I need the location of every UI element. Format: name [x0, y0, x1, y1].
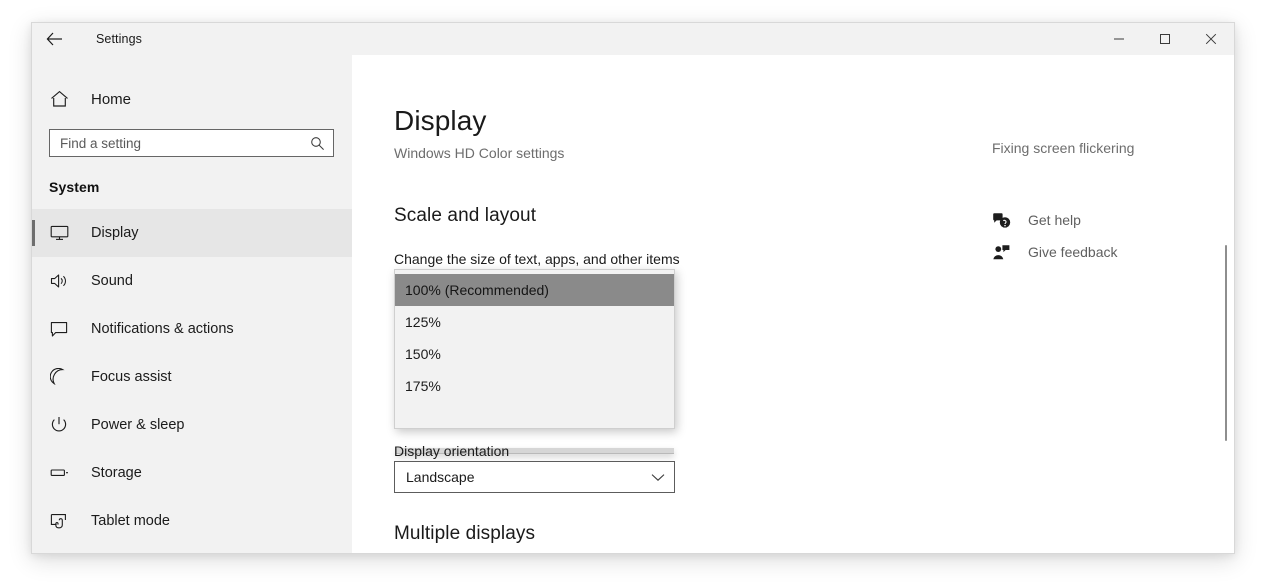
power-icon	[50, 416, 78, 434]
back-button[interactable]	[32, 23, 76, 55]
window-title: Settings	[96, 32, 142, 46]
scale-option-list: 125% 150% 175%	[395, 306, 674, 422]
sidebar-item-tablet-mode[interactable]: Tablet mode	[32, 497, 352, 545]
tablet-icon	[50, 513, 78, 530]
hd-color-settings-link[interactable]: Windows HD Color settings	[394, 145, 564, 161]
maximize-icon	[1159, 33, 1171, 45]
sidebar-section-label: System	[49, 179, 100, 195]
close-button[interactable]	[1188, 23, 1234, 55]
close-icon	[1205, 33, 1217, 45]
moon-icon	[50, 368, 78, 386]
help-icon	[992, 212, 1018, 229]
monitor-icon	[50, 225, 78, 241]
sidebar-item-sound[interactable]: Sound	[32, 257, 352, 305]
content-scroll-region: Display Windows HD Color settings Scale …	[352, 55, 1234, 553]
sidebar-nav-list: Display Sound Notifications & actions Fo…	[32, 209, 352, 545]
search-icon[interactable]	[310, 136, 325, 151]
settings-window: Settings Home Find a setting System Disp…	[31, 22, 1235, 554]
multiple-displays-heading: Multiple displays	[394, 523, 536, 544]
scale-option-100[interactable]: 100% (Recommended)	[395, 274, 674, 306]
scale-option-150[interactable]: 150%	[395, 338, 674, 370]
screen: Settings Home Find a setting System Disp…	[0, 0, 1266, 588]
home-icon	[50, 90, 78, 108]
sidebar-item-display[interactable]: Display	[32, 209, 352, 257]
fixing-screen-flickering-link[interactable]: Fixing screen flickering	[992, 140, 1134, 156]
display-orientation-label: Display orientation	[394, 443, 510, 459]
sidebar-item-notifications[interactable]: Notifications & actions	[32, 305, 352, 353]
sidebar-item-label: Power & sleep	[91, 417, 185, 433]
maximize-button[interactable]	[1142, 23, 1188, 55]
sidebar-item-label: Focus assist	[91, 369, 172, 385]
sidebar-item-storage[interactable]: Storage	[32, 449, 352, 497]
sidebar-item-label: Tablet mode	[91, 513, 170, 529]
chevron-down-icon	[651, 473, 665, 482]
search-input[interactable]	[60, 130, 310, 156]
home-label: Home	[91, 90, 132, 108]
minimize-button[interactable]	[1096, 23, 1142, 55]
sidebar-item-focus-assist[interactable]: Focus assist	[32, 353, 352, 401]
sidebar-item-label: Sound	[91, 273, 133, 289]
window-controls	[1096, 23, 1234, 55]
vertical-scrollbar-thumb[interactable]	[1225, 245, 1227, 441]
scale-option-175[interactable]: 175%	[395, 370, 674, 402]
title-bar-left: Settings	[32, 23, 142, 55]
scale-size-label: Change the size of text, apps, and other…	[394, 251, 680, 267]
storage-icon	[50, 467, 78, 479]
scale-and-layout-heading: Scale and layout	[394, 205, 537, 226]
display-orientation-combobox[interactable]: Landscape	[394, 461, 675, 493]
minimize-icon	[1113, 33, 1125, 45]
display-orientation-value: Landscape	[406, 469, 475, 485]
page-title: Display	[394, 105, 487, 136]
sidebar-item-home[interactable]: Home	[32, 79, 352, 119]
get-help-row[interactable]: Get help	[992, 208, 1081, 232]
title-bar: Settings	[32, 23, 1234, 55]
arrow-left-icon	[46, 32, 63, 46]
vertical-scrollbar[interactable]	[1218, 55, 1234, 553]
search-box[interactable]	[49, 129, 334, 157]
feedback-icon	[992, 244, 1018, 261]
sidebar-item-label: Notifications & actions	[91, 321, 234, 337]
speaker-icon	[50, 273, 78, 289]
sidebar: Home System	[32, 55, 352, 553]
content-area: Display Windows HD Color settings Scale …	[352, 55, 1234, 553]
give-feedback-row[interactable]: Give feedback	[992, 240, 1118, 264]
sidebar-item-label: Storage	[91, 465, 142, 481]
notification-icon	[50, 321, 78, 338]
sidebar-item-power-sleep[interactable]: Power & sleep	[32, 401, 352, 449]
scale-option-125[interactable]: 125%	[395, 306, 674, 338]
window-body: Home System	[32, 55, 1234, 553]
get-help-label: Get help	[1028, 212, 1081, 228]
sidebar-item-label: Display	[91, 225, 139, 241]
give-feedback-label: Give feedback	[1028, 244, 1118, 260]
scale-dropdown-popup[interactable]: 100% (Recommended) 125% 150% 175%	[394, 269, 675, 429]
